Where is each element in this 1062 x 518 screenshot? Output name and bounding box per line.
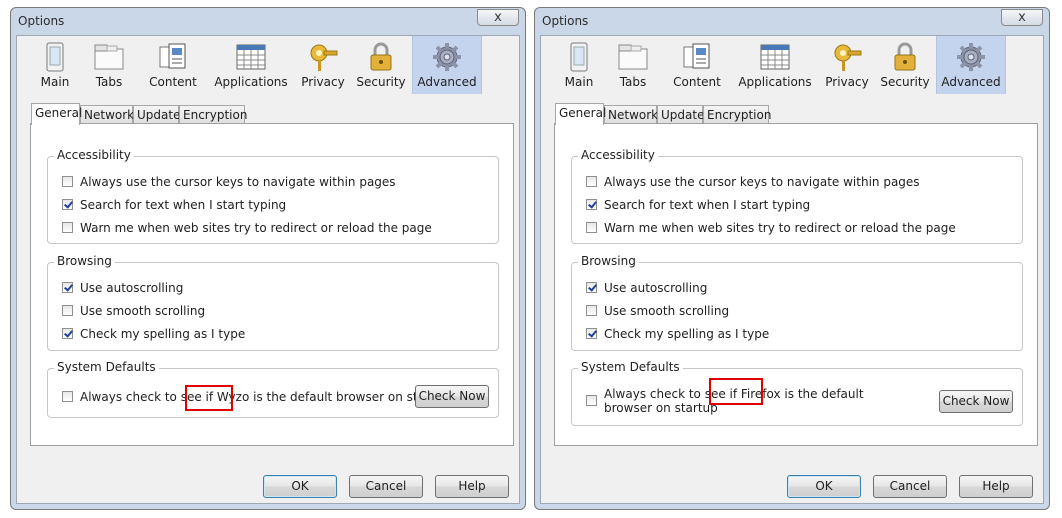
toolbar-main-button[interactable]: Main: [555, 36, 603, 94]
security-icon: [370, 42, 392, 71]
browsing-group: Browsing Use autoscrolling Use smooth sc…: [571, 254, 1023, 351]
group-title: System Defaults: [578, 360, 683, 374]
help-button[interactable]: Help: [959, 475, 1033, 498]
accessibility-group: Accessibility Always use the cursor keys…: [47, 148, 499, 244]
toolbar-tabs-button[interactable]: Tabs: [85, 36, 133, 94]
cancel-button[interactable]: Cancel: [349, 475, 423, 498]
category-toolbar: Main Tabs Content Applications Privacy S…: [541, 36, 1043, 94]
checkbox[interactable]: [62, 222, 73, 233]
toolbar-content-button[interactable]: Content: [143, 36, 203, 94]
close-button[interactable]: x: [477, 9, 519, 26]
toolbar-security-button[interactable]: Security: [353, 36, 409, 94]
group-title: Browsing: [54, 254, 115, 268]
checkbox[interactable]: [586, 282, 597, 293]
checkbox[interactable]: [586, 176, 597, 187]
options-window-left: Options x Main Tabs Content Applications: [10, 7, 526, 510]
check-now-button[interactable]: Check Now: [939, 390, 1013, 413]
dialog-client: Main Tabs Content Applications Privacy S…: [16, 35, 520, 504]
tab-network[interactable]: Network: [80, 105, 134, 124]
category-toolbar: Main Tabs Content Applications Privacy S…: [17, 36, 519, 94]
title-bar[interactable]: Options x: [11, 8, 525, 34]
highlight-box: [709, 378, 763, 405]
window-title: Options: [542, 14, 589, 28]
toolbar-privacy-button[interactable]: Privacy: [297, 36, 349, 94]
options-window-right: Options x Main Tabs Content Applications: [534, 7, 1050, 510]
checkbox[interactable]: [62, 282, 73, 293]
toolbar-security-button[interactable]: Security: [877, 36, 933, 94]
toolbar-advanced-button[interactable]: Advanced: [412, 36, 482, 94]
ok-button[interactable]: OK: [787, 475, 861, 498]
tab-general[interactable]: General: [555, 103, 606, 125]
group-title: Browsing: [578, 254, 639, 268]
check-now-button[interactable]: Check Now: [415, 385, 489, 408]
system-defaults-group: System Defaults Always check to see if F…: [571, 360, 1023, 426]
tabs-icon: [618, 44, 648, 70]
group-title: Accessibility: [578, 148, 658, 162]
checkbox[interactable]: [62, 328, 73, 339]
checkbox[interactable]: [586, 199, 597, 210]
privacy-icon: [310, 44, 338, 71]
system-defaults-group: System Defaults Always check to see if W…: [47, 360, 499, 418]
highlight-box: [185, 385, 233, 411]
toolbar-tabs-button[interactable]: Tabs: [609, 36, 657, 94]
general-panel: Accessibility Always use the cursor keys…: [30, 123, 514, 446]
tab-network[interactable]: Network: [604, 105, 658, 124]
applications-icon: [236, 44, 266, 70]
main-icon: [46, 42, 64, 72]
help-button[interactable]: Help: [435, 475, 509, 498]
tab-general[interactable]: General: [31, 103, 82, 125]
toolbar-main-button[interactable]: Main: [31, 36, 79, 94]
tab-update[interactable]: Update: [657, 105, 704, 124]
advanced-icon: [957, 43, 985, 71]
toolbar-advanced-button[interactable]: Advanced: [936, 36, 1006, 94]
tab-update[interactable]: Update: [133, 105, 180, 124]
privacy-icon: [834, 44, 862, 71]
window-title: Options: [18, 14, 65, 28]
security-icon: [894, 42, 916, 71]
checkbox[interactable]: [62, 305, 73, 316]
content-icon: [159, 43, 186, 69]
checkbox[interactable]: [586, 395, 597, 406]
group-title: Accessibility: [54, 148, 134, 162]
checkbox[interactable]: [62, 199, 73, 210]
close-button[interactable]: x: [1001, 9, 1043, 26]
toolbar-applications-button[interactable]: Applications: [211, 36, 291, 94]
main-icon: [570, 42, 588, 72]
accessibility-group: Accessibility Always use the cursor keys…: [571, 148, 1023, 244]
checkbox[interactable]: [586, 305, 597, 316]
toolbar-applications-button[interactable]: Applications: [735, 36, 815, 94]
tab-encryption[interactable]: Encryption: [179, 105, 247, 124]
applications-icon: [760, 44, 790, 70]
ok-button[interactable]: OK: [263, 475, 337, 498]
content-icon: [683, 43, 710, 69]
tab-encryption[interactable]: Encryption: [703, 105, 771, 124]
browsing-group: Browsing Use autoscrolling Use smooth sc…: [47, 254, 499, 351]
checkbox[interactable]: [62, 176, 73, 187]
toolbar-content-button[interactable]: Content: [667, 36, 727, 94]
checkbox[interactable]: [586, 222, 597, 233]
cancel-button[interactable]: Cancel: [873, 475, 947, 498]
checkbox[interactable]: [62, 391, 73, 402]
general-panel: Accessibility Always use the cursor keys…: [554, 123, 1038, 446]
tabs-icon: [94, 44, 124, 70]
group-title: System Defaults: [54, 360, 159, 374]
dialog-client: Main Tabs Content Applications Privacy S…: [540, 35, 1044, 504]
checkbox[interactable]: [586, 328, 597, 339]
toolbar-privacy-button[interactable]: Privacy: [821, 36, 873, 94]
advanced-icon: [433, 43, 461, 71]
title-bar[interactable]: Options x: [535, 8, 1049, 34]
